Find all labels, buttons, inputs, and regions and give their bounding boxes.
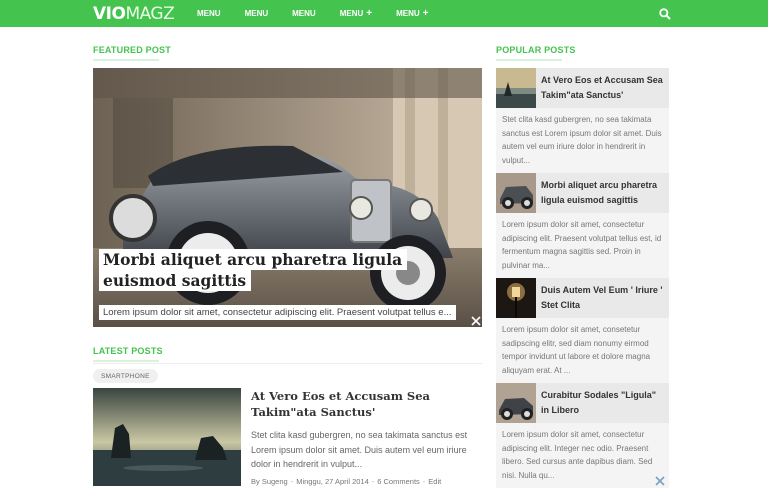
main-menu: MENU MENU MENU MENU + MENU +: [197, 0, 453, 27]
popular-post-title[interactable]: Morbi aliquet arcu pharetra ligula euism…: [541, 178, 665, 208]
menu-item-label: MENU: [339, 9, 364, 18]
post-edit-link[interactable]: Edit: [428, 477, 441, 486]
featured-post-title[interactable]: Morbi aliquet arcu pharetra ligula euism…: [99, 249, 429, 291]
popular-post-excerpt: Lorem ipsum dolor sit amet, consetetur s…: [502, 325, 651, 375]
featured-post-excerpt: Lorem ipsum dolor sit amet, consectetur …: [99, 305, 456, 320]
menu-item-2[interactable]: MENU: [245, 9, 269, 18]
latest-posts-heading: LATEST POSTS: [93, 346, 163, 362]
menu-item-label: MENU: [197, 9, 221, 18]
latest-post-title[interactable]: At Vero Eos et Accusam Sea Takim"ata San…: [251, 388, 481, 420]
section-divider: [93, 363, 482, 364]
post-date: Minggu, 27 April 2014: [296, 477, 369, 486]
menu-item-label: MENU: [244, 9, 269, 18]
sea-rocks-photo: [496, 68, 536, 108]
site-logo[interactable]: VIO MAGZ: [93, 3, 175, 24]
popular-post-thumbnail[interactable]: [496, 278, 536, 318]
menu-item-4-dropdown[interactable]: MENU +: [339, 7, 373, 19]
popular-post-thumbnail[interactable]: [496, 173, 536, 213]
plus-icon: +: [366, 7, 373, 19]
category-tag[interactable]: SMARTPHONE: [93, 369, 158, 383]
popular-post-item-1[interactable]: At Vero Eos et Accusam Sea Takim"ata San…: [496, 68, 669, 108]
popular-posts-widget: At Vero Eos et Accusam Sea Takim"ata San…: [496, 68, 669, 488]
popular-post-title[interactable]: At Vero Eos et Accusam Sea Takim"ata San…: [541, 73, 665, 103]
top-navigation-bar: VIO MAGZ MENU MENU MENU MENU + MENU +: [0, 0, 768, 27]
vintage-car-photo: [496, 173, 536, 213]
logo-bold-text: VIO: [93, 3, 126, 24]
popular-post-item-2[interactable]: Morbi aliquet arcu pharetra ligula euism…: [496, 173, 669, 213]
search-icon[interactable]: [658, 7, 672, 21]
menu-item-label: MENU: [292, 9, 316, 18]
popular-post-title[interactable]: Curabitur Sodales "Ligula" in Libero: [541, 388, 665, 418]
logo-light-text: MAGZ: [125, 3, 175, 24]
latest-post-thumbnail[interactable]: [93, 388, 241, 486]
popular-post-excerpt: Lorem ipsum dolor sit amet, consectetur …: [502, 220, 662, 270]
popular-posts-heading: POPULAR POSTS: [496, 45, 576, 61]
sea-rocks-photo: [93, 388, 241, 486]
popular-post-excerpt: Stet clita kasd gubergren, no sea takima…: [502, 115, 662, 165]
post-comments-link[interactable]: 6 Comments: [377, 477, 420, 486]
menu-item-1[interactable]: MENU: [197, 9, 221, 18]
featured-post-card[interactable]: Morbi aliquet arcu pharetra ligula euism…: [93, 68, 482, 327]
street-lamp-photo: [496, 278, 536, 318]
featured-post-heading: FEATURED POST: [93, 45, 171, 61]
popular-post-title[interactable]: Duis Autem Vel Eum ' Iriure ' Stet Clita: [541, 283, 665, 313]
menu-item-3[interactable]: MENU: [292, 9, 316, 18]
plus-icon: +: [422, 7, 429, 19]
post-meta: By Sugeng - Minggu, 27 April 2014-6 Commen…: [251, 477, 442, 486]
popular-post-excerpt: Lorem ipsum dolor sit amet, consectetur …: [502, 430, 653, 480]
vintage-car-photo: [496, 383, 536, 423]
menu-item-5-dropdown[interactable]: MENU +: [396, 7, 429, 19]
latest-post-excerpt: Stet clita kasd gubergren, no sea takima…: [251, 430, 468, 469]
popular-post-thumbnail[interactable]: [496, 68, 536, 108]
tools-icon[interactable]: [470, 315, 482, 327]
popular-post-item-4[interactable]: Curabitur Sodales "Ligula" in Libero: [496, 383, 669, 423]
post-author[interactable]: By Sugeng: [251, 477, 288, 486]
popular-post-thumbnail[interactable]: [496, 383, 536, 423]
menu-item-label: MENU: [396, 9, 420, 18]
popular-post-item-3[interactable]: Duis Autem Vel Eum ' Iriure ' Stet Clita: [496, 278, 669, 318]
tools-icon[interactable]: [654, 474, 666, 486]
